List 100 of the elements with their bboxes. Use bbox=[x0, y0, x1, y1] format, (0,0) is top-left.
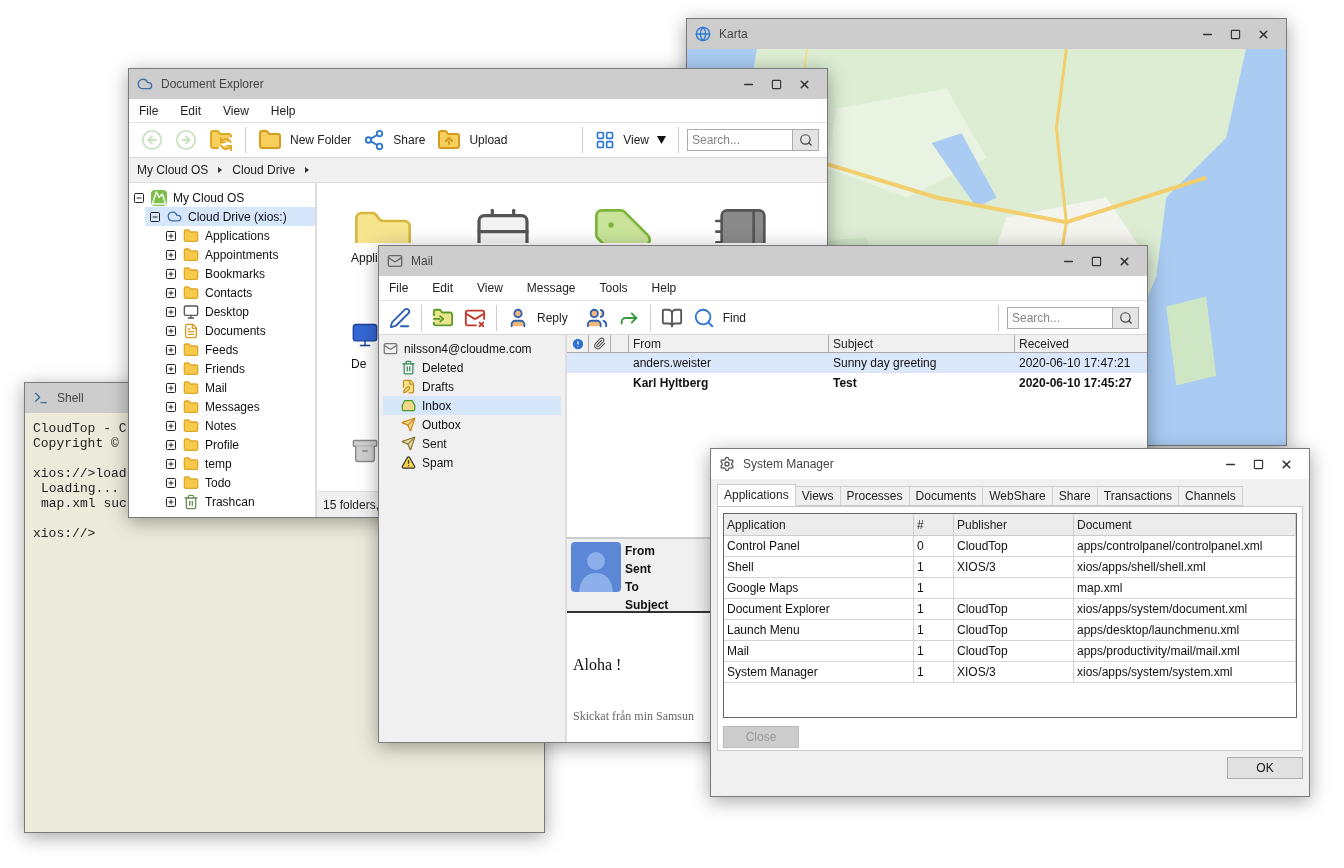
menu-item[interactable]: Help bbox=[270, 101, 296, 120]
column-header[interactable]: Subject bbox=[829, 335, 1015, 352]
expand-icon[interactable] bbox=[165, 457, 177, 470]
toolbar-button[interactable]: Reply bbox=[505, 302, 578, 333]
tree-item[interactable]: temp bbox=[161, 454, 315, 473]
close-icon[interactable] bbox=[1257, 27, 1270, 41]
view-button[interactable]: View bbox=[591, 130, 670, 150]
field-label: To bbox=[625, 579, 640, 596]
mail-folder[interactable]: Spam bbox=[383, 453, 561, 472]
priority-icon[interactable] bbox=[570, 336, 585, 351]
expand-icon[interactable] bbox=[165, 400, 177, 413]
column-header[interactable]: Application bbox=[724, 514, 914, 535]
tree-item[interactable]: Applications bbox=[161, 226, 315, 245]
expand-icon[interactable] bbox=[165, 495, 177, 508]
tree-item[interactable]: Appointments bbox=[161, 245, 315, 264]
menu-item[interactable]: View bbox=[477, 279, 503, 297]
collapse-icon[interactable] bbox=[133, 191, 145, 204]
maximize-icon[interactable] bbox=[771, 78, 782, 90]
tree-item[interactable]: Notes bbox=[161, 416, 315, 435]
trash-icon bbox=[183, 493, 199, 510]
mail-folder[interactable]: Inbox bbox=[383, 396, 561, 415]
toolbar-button[interactable]: Upload bbox=[433, 125, 512, 155]
expand-icon[interactable] bbox=[165, 419, 177, 432]
search-button[interactable] bbox=[793, 129, 819, 151]
ok-button[interactable]: OK bbox=[1227, 757, 1303, 779]
search-field[interactable]: Search... bbox=[1007, 306, 1113, 329]
book-icon bbox=[660, 306, 683, 329]
menu-item[interactable]: Tools bbox=[599, 279, 628, 297]
expand-icon[interactable] bbox=[165, 286, 177, 299]
mail-folder[interactable]: Outbox bbox=[383, 415, 561, 434]
column-header[interactable]: From bbox=[629, 335, 829, 352]
menu-item[interactable]: Edit bbox=[432, 279, 454, 297]
expand-icon[interactable] bbox=[165, 248, 177, 261]
toolbar-button[interactable]: Find bbox=[690, 302, 757, 333]
expand-icon[interactable] bbox=[165, 362, 177, 375]
expand-icon[interactable] bbox=[165, 267, 177, 280]
account-item[interactable]: nilsson4@cloudme.com bbox=[383, 339, 561, 358]
toolbar-button[interactable]: Share bbox=[359, 125, 430, 155]
tree-item[interactable]: Friends bbox=[161, 359, 315, 378]
tree-item[interactable]: Desktop bbox=[161, 302, 315, 321]
pen-icon bbox=[389, 306, 411, 329]
expand-icon[interactable] bbox=[165, 381, 177, 394]
tree-item[interactable]: Messages bbox=[161, 397, 315, 416]
column-header[interactable]: Document bbox=[1074, 514, 1296, 535]
tree-item[interactable]: Cloud Drive (xios:) bbox=[145, 207, 315, 226]
menu-item[interactable]: View bbox=[223, 101, 249, 120]
tree-item[interactable]: Trashcan bbox=[161, 492, 315, 511]
column-header[interactable]: Publisher bbox=[954, 514, 1074, 535]
mail-folder[interactable]: Deleted bbox=[383, 358, 561, 377]
close-icon[interactable] bbox=[1280, 457, 1293, 471]
message-row[interactable]: Karl Hyltberg Test 2020-06-10 17:45:27 bbox=[567, 373, 1147, 393]
tab[interactable]: WebShare bbox=[983, 486, 1053, 506]
tab[interactable]: Processes bbox=[840, 486, 910, 506]
collapse-icon[interactable] bbox=[149, 210, 161, 223]
tree-item[interactable]: My Cloud OS bbox=[129, 188, 315, 207]
tree-item[interactable]: Bookmarks bbox=[161, 264, 315, 283]
message-row[interactable]: anders.weister Sunny day greeting 2020-06-10 17:47:21 bbox=[567, 353, 1147, 373]
tab[interactable]: Transactions bbox=[1097, 486, 1179, 506]
expand-icon[interactable] bbox=[165, 343, 177, 356]
mail-folder[interactable]: Sent bbox=[383, 434, 561, 453]
tree-item[interactable]: Feeds bbox=[161, 340, 315, 359]
mail-folder[interactable]: Drafts bbox=[383, 377, 561, 396]
tab[interactable]: Views bbox=[795, 486, 841, 506]
tree-item[interactable]: Mail bbox=[161, 378, 315, 397]
status-text: 15 folders, bbox=[323, 496, 380, 514]
menu-item[interactable]: Help bbox=[651, 279, 677, 297]
tab[interactable]: Documents bbox=[909, 486, 984, 506]
search-button[interactable] bbox=[1113, 306, 1139, 329]
maximize-icon[interactable] bbox=[1253, 458, 1264, 470]
archive-icon[interactable] bbox=[351, 437, 379, 465]
tree-item[interactable]: Todo bbox=[161, 473, 315, 492]
close-icon[interactable] bbox=[1118, 254, 1131, 268]
column-header[interactable]: Received bbox=[1015, 335, 1147, 352]
breadcrumb-item[interactable]: My Cloud OS bbox=[137, 161, 209, 179]
table-cell: Launch Menu bbox=[724, 620, 914, 640]
close-icon[interactable] bbox=[798, 77, 811, 91]
column-header[interactable]: # bbox=[914, 514, 954, 535]
expand-icon[interactable] bbox=[165, 305, 177, 318]
attachment-icon[interactable] bbox=[593, 337, 606, 350]
toolbar-button[interactable]: New Folder bbox=[254, 125, 356, 155]
expand-icon[interactable] bbox=[165, 324, 177, 337]
monitor-icon[interactable] bbox=[351, 321, 379, 349]
menu-item[interactable]: File bbox=[389, 279, 409, 297]
menu-item[interactable]: File bbox=[139, 101, 159, 120]
expand-icon[interactable] bbox=[165, 438, 177, 451]
expand-icon[interactable] bbox=[165, 476, 177, 489]
breadcrumb-item[interactable]: Cloud Drive bbox=[232, 161, 296, 179]
menu-item[interactable]: Edit bbox=[180, 101, 202, 120]
tab[interactable]: Channels bbox=[1179, 486, 1243, 506]
search-field[interactable]: Search... bbox=[687, 129, 793, 151]
cloud-icon bbox=[167, 209, 182, 224]
maximize-icon[interactable] bbox=[1230, 28, 1241, 40]
tree-item[interactable]: Contacts bbox=[161, 283, 315, 302]
tree-item[interactable]: Documents bbox=[161, 321, 315, 340]
tree-item[interactable]: Profile bbox=[161, 435, 315, 454]
tab[interactable]: Share bbox=[1052, 486, 1098, 506]
maximize-icon[interactable] bbox=[1091, 255, 1102, 267]
menu-item[interactable]: Message bbox=[526, 279, 576, 297]
expand-icon[interactable] bbox=[165, 229, 177, 242]
tab[interactable]: Applications bbox=[717, 484, 796, 506]
